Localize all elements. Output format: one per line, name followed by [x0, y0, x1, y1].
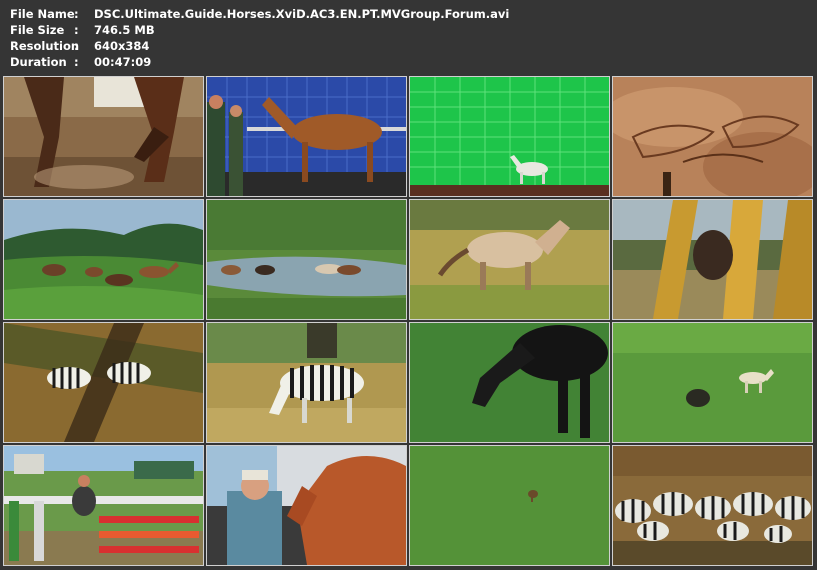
- thumbnail-image: [4, 446, 203, 565]
- thumbnail-watering-hole: [207, 200, 406, 319]
- file-name-label: File Name: [10, 7, 75, 21]
- thumbnail-image: [613, 77, 812, 196]
- thumbnail-image: [207, 200, 406, 319]
- thumbnail-black-horse: [410, 323, 609, 442]
- thumbnail-image: [410, 446, 609, 565]
- thumbnail-image: [410, 323, 609, 442]
- thumbnail-zebras-running: [4, 323, 203, 442]
- thumbnail-green-screen: [410, 77, 609, 196]
- thumbnail-image: [613, 200, 812, 319]
- thumbnail-green-field: [613, 323, 812, 442]
- thumbnail-horse-treadmill: [207, 77, 406, 196]
- thumbnail-zebra-herd: [613, 446, 812, 565]
- file-size-value: 746.5 MB: [94, 23, 155, 37]
- file-name-row: File Name : DSC.Ultimate.Guide.Horses.Xv…: [10, 6, 509, 22]
- file-size-row: File Size : 746.5 MB: [10, 22, 509, 38]
- duration-row: Duration : 00:47:09: [10, 54, 509, 70]
- separator: :: [74, 23, 79, 37]
- thumbnail-hillside-horses: [4, 200, 203, 319]
- thumbnail-przewalski-horse: [410, 200, 609, 319]
- thumbnail-grid: [4, 77, 812, 565]
- resolution-row: Resolution : 640x384: [10, 38, 509, 54]
- thumbnail-image: [207, 446, 406, 565]
- resolution-label: Resolution: [10, 39, 80, 53]
- thumbnail-galloping-horses: [4, 77, 203, 196]
- duration-value: 00:47:09: [94, 55, 152, 69]
- thumbnail-image: [613, 323, 812, 442]
- thumbnail-image: [4, 77, 203, 196]
- thumbnail-zebra-grazing: [207, 323, 406, 442]
- duration-label: Duration: [10, 55, 67, 69]
- thumbnail-image: [207, 323, 406, 442]
- file-info-panel: File Name : DSC.Ultimate.Guide.Horses.Xv…: [10, 6, 509, 70]
- thumbnail-man-with-horse: [207, 446, 406, 565]
- thumbnail-grass-animal: [410, 446, 609, 565]
- file-name-value: DSC.Ultimate.Guide.Horses.XviD.AC3.EN.PT…: [94, 7, 510, 21]
- thumbnail-image: [4, 323, 203, 442]
- separator: :: [74, 7, 79, 21]
- file-size-label: File Size: [10, 23, 65, 37]
- separator: :: [74, 39, 79, 53]
- thumbnail-image: [4, 200, 203, 319]
- thumbnail-cave-painting: [613, 77, 812, 196]
- thumbnail-show-jumping: [4, 446, 203, 565]
- thumbnail-image: [410, 200, 609, 319]
- thumbnail-image: [207, 77, 406, 196]
- thumbnail-horse-trees: [613, 200, 812, 319]
- thumbnail-image: [410, 77, 609, 196]
- resolution-value: 640x384: [94, 39, 150, 53]
- thumbnail-image: [613, 446, 812, 565]
- separator: :: [74, 55, 79, 69]
